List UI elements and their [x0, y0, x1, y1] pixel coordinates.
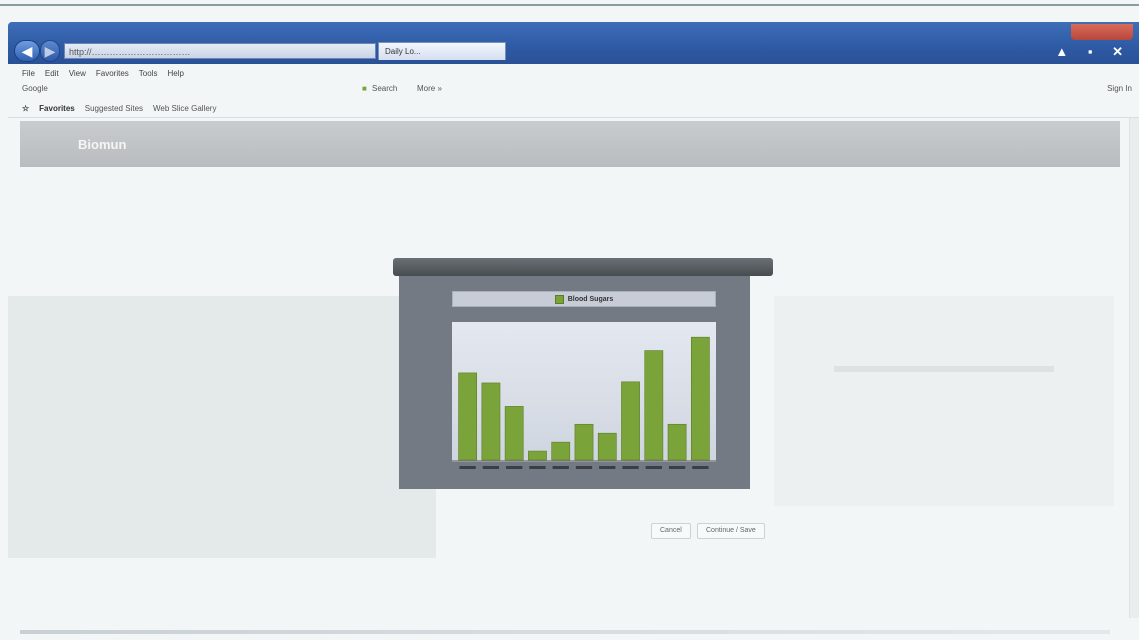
bar-10 — [667, 423, 687, 461]
bar-4 — [528, 450, 547, 461]
modal-titlebar[interactable] — [393, 258, 773, 276]
window-controls-icon[interactable]: ▲ ▪ ✕ — [1055, 44, 1131, 60]
forward-arrow-icon: ▶ — [44, 42, 56, 59]
x-axis — [452, 460, 716, 470]
google-label[interactable]: Google — [22, 84, 48, 93]
x-tick-label-8 — [622, 466, 639, 469]
menu-help[interactable]: Help — [167, 69, 183, 78]
back-button[interactable]: ◀ — [14, 40, 40, 62]
forward-button[interactable]: ▶ — [40, 40, 60, 62]
menu-file[interactable]: File — [22, 69, 35, 78]
background-left-panel — [8, 296, 436, 558]
bar-5 — [551, 441, 571, 461]
suggested-sites-link[interactable]: Suggested Sites — [85, 104, 143, 113]
site-logo[interactable]: Biomun — [78, 137, 126, 152]
window-top-edge — [0, 4, 1139, 6]
star-icon: ☆ — [22, 103, 30, 113]
browser-tab[interactable]: Daily Lo... — [378, 42, 506, 60]
bar-7 — [597, 432, 617, 461]
x-tick-label-9 — [645, 466, 662, 469]
x-tick-label-10 — [668, 466, 686, 469]
x-tick-label-5 — [552, 466, 569, 469]
x-tick-label-2 — [482, 466, 500, 469]
x-tick-label-6 — [575, 466, 593, 469]
bar-3 — [504, 406, 524, 461]
back-arrow-icon: ◀ — [21, 42, 33, 59]
plot-area — [452, 322, 716, 462]
status-bar — [20, 630, 1110, 634]
menu-bar: File Edit View Favorites Tools Help — [22, 66, 184, 80]
background-right-panel — [774, 296, 1114, 506]
bar-chart — [452, 336, 716, 462]
bar-2 — [481, 382, 501, 461]
x-tick-label-3 — [506, 466, 523, 469]
google-search-button[interactable]: Search — [372, 84, 397, 93]
legend-swatch — [554, 294, 564, 304]
bar-11 — [690, 336, 710, 461]
menu-view[interactable]: View — [69, 69, 86, 78]
close-window-button[interactable] — [1071, 24, 1133, 40]
x-tick-label-1 — [459, 466, 476, 469]
x-tick-label-4 — [529, 466, 546, 469]
x-tick-label-11 — [692, 466, 709, 469]
cancel-button[interactable]: Cancel — [651, 523, 691, 539]
x-tick-label-7 — [599, 466, 616, 469]
menu-tools[interactable]: Tools — [139, 69, 158, 78]
google-more-button[interactable]: More » — [417, 84, 442, 93]
chart-legend: Blood Sugars — [452, 291, 716, 307]
menu-favorites[interactable]: Favorites — [96, 69, 129, 78]
search-icon: ■ — [362, 84, 367, 93]
bar-9 — [644, 350, 664, 461]
google-toolbar: Google ■ Search More » Sign In — [22, 84, 1132, 98]
menu-edit[interactable]: Edit — [45, 69, 59, 78]
chart-title: Blood Sugars — [567, 295, 614, 303]
favorites-button[interactable]: Favorites — [39, 104, 75, 113]
favorites-bar: ☆ Favorites Suggested Sites Web Slice Ga… — [22, 101, 216, 115]
background-text-line — [834, 366, 1054, 372]
address-bar[interactable]: http://…………………………… — [64, 43, 376, 59]
toolbar-divider — [8, 117, 1139, 118]
x-axis-ticks — [459, 466, 709, 469]
bar-1 — [458, 372, 478, 461]
sign-in-button[interactable]: Sign In — [1107, 84, 1132, 93]
web-slice-gallery-link[interactable]: Web Slice Gallery — [153, 104, 216, 113]
vertical-scrollbar[interactable] — [1129, 118, 1139, 618]
continue-button[interactable]: Continue / Save — [697, 523, 765, 539]
bar-8 — [621, 381, 640, 461]
bar-6 — [574, 423, 594, 461]
page-header: Biomun — [20, 121, 1120, 167]
